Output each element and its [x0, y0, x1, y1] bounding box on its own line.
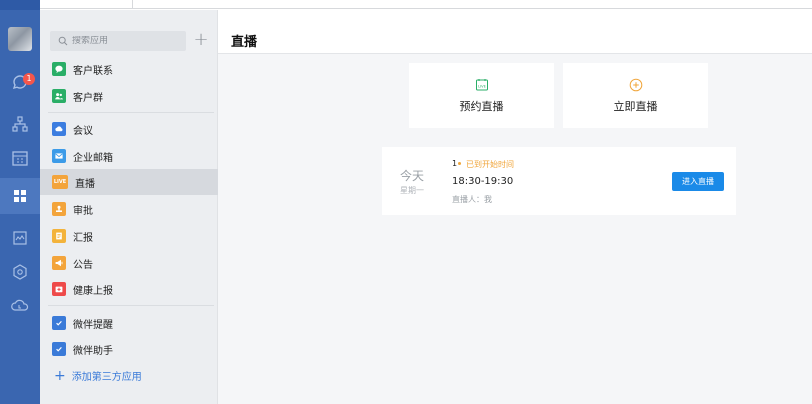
start-live-now-label: 立即直播 [613, 99, 658, 113]
cloud-drive-icon[interactable] [10, 296, 30, 316]
sidebar-item-health-report[interactable]: 健康上报 [40, 276, 218, 302]
sidebar-item-label: 客户联系 [73, 65, 113, 77]
sidebar-item-label: 公告 [73, 259, 93, 271]
add-third-party-app-button[interactable]: + 添加第三方应用 [54, 367, 142, 384]
live-status-text: 已到开始时间 [466, 160, 514, 169]
sidebar-item-label: 直播 [75, 178, 95, 190]
sidebar-item-label: 微伴助手 [73, 345, 113, 357]
sidebar-item-weiban-assistant[interactable]: 微伴助手 [40, 336, 218, 362]
live-host: 直播人：我 [452, 195, 492, 204]
live-count: 1 [452, 159, 458, 168]
search-input[interactable] [72, 36, 182, 46]
sidebar-item-label: 客户群 [73, 92, 103, 104]
sidebar-item-label: 微伴提醒 [73, 319, 113, 331]
avatar[interactable] [8, 27, 32, 51]
medical-kit-icon [52, 282, 66, 296]
add-third-party-label: 添加第三方应用 [71, 372, 142, 383]
live-calendar-icon-text: LIVE [478, 84, 487, 88]
live-session-card[interactable]: 今天 星期一 1 已到开始时间 18:30-19:30 直播人：我 进入直播 [382, 147, 736, 215]
live-icon: LIVE [52, 175, 68, 189]
schedule-live-label: 预约直播 [459, 99, 504, 113]
sidebar-item-weiban-reminder[interactable]: 微伴提醒 [40, 310, 218, 336]
search-icon [58, 36, 68, 46]
calendar-icon[interactable] [10, 148, 30, 168]
nav-rail: 1 [0, 0, 40, 404]
check-box-icon [52, 342, 66, 356]
live-weekday-label: 星期一 [400, 186, 424, 195]
check-box-icon [52, 316, 66, 330]
approval-stamp-icon [52, 202, 66, 216]
sidebar-item-meeting[interactable]: 会议 [40, 116, 218, 142]
schedule-live-card[interactable]: LIVE 预约直播 [409, 63, 554, 128]
document-icon[interactable] [10, 228, 30, 248]
sidebar-item-live[interactable]: LIVE 直播 [40, 169, 218, 195]
search-box[interactable] [50, 31, 186, 51]
plus-icon: + [54, 367, 66, 384]
add-app-button[interactable]: + [192, 30, 210, 50]
sidebar-item-label: 企业邮箱 [73, 152, 113, 164]
mail-icon [52, 149, 66, 163]
sidebar-item-report[interactable]: 汇报 [40, 223, 218, 249]
unread-badge: 1 [23, 73, 35, 85]
page-title: 直播 [231, 35, 258, 50]
sidebar-divider [48, 112, 214, 113]
enter-live-button[interactable]: 进入直播 [672, 172, 724, 191]
cube-icon[interactable] [10, 262, 30, 282]
top-bar-separator [132, 0, 133, 9]
megaphone-icon [52, 256, 66, 270]
live-time-range: 18:30-19:30 [452, 176, 514, 187]
plus-circle-icon [629, 78, 643, 92]
group-icon [52, 89, 66, 103]
live-calendar-icon: LIVE [475, 78, 489, 92]
app-sidebar: + 客户联系 客户群 会议 企业邮箱 [40, 10, 218, 404]
sidebar-item-customer-contact[interactable]: 客户联系 [40, 56, 218, 82]
sidebar-item-label: 会议 [73, 125, 93, 137]
main-content: 直播 LIVE 预约直播 立即直播 今天 星期一 1 已到开始时间 18:30-… [218, 10, 812, 404]
sidebar-item-label: 汇报 [73, 232, 93, 244]
sidebar-item-label: 健康上报 [73, 285, 113, 297]
sidebar-divider [48, 305, 214, 306]
contacts-tree-icon[interactable] [10, 114, 30, 134]
sidebar-item-enterprise-mail[interactable]: 企业邮箱 [40, 143, 218, 169]
start-live-now-card[interactable]: 立即直播 [563, 63, 708, 128]
chat-bubble-icon [52, 62, 66, 76]
workbench-grid-icon[interactable] [10, 186, 30, 206]
live-day-label: 今天 [400, 169, 425, 183]
sidebar-item-customer-group[interactable]: 客户群 [40, 83, 218, 109]
cloud-video-icon [52, 122, 66, 136]
sidebar-item-announcement[interactable]: 公告 [40, 250, 218, 276]
sidebar-item-approval[interactable]: 审批 [40, 196, 218, 222]
sidebar-item-label: 审批 [73, 205, 93, 217]
status-dot-icon [458, 162, 461, 165]
rail-top-strip [0, 0, 40, 10]
main-header: 直播 [218, 10, 812, 54]
app-window: 1 + [0, 0, 812, 404]
window-top-bar [40, 0, 812, 9]
report-doc-icon [52, 229, 66, 243]
